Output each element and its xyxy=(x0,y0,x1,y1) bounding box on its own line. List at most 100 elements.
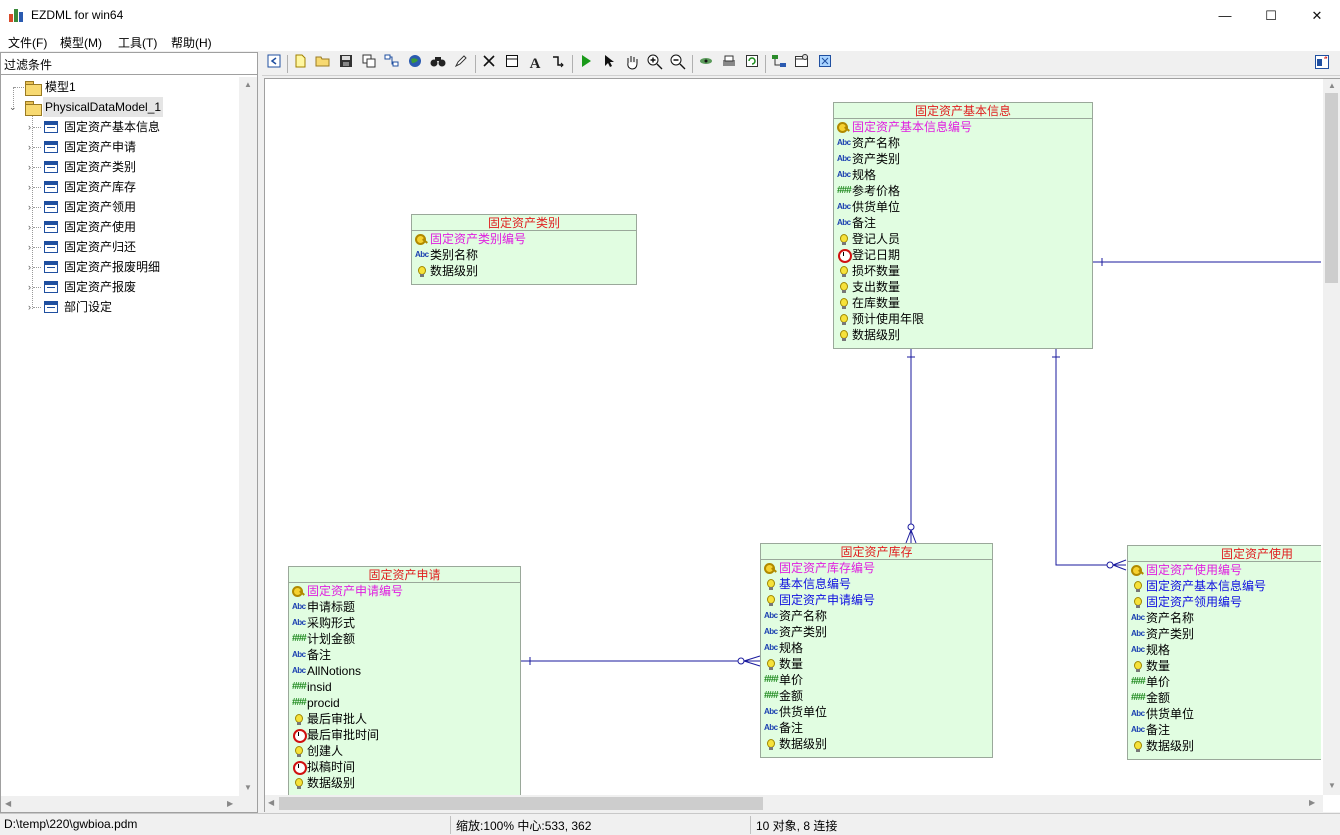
expand-icon[interactable]: › xyxy=(28,263,36,272)
entity-field[interactable]: Abc 申请标题 xyxy=(289,599,520,615)
scroll-up-arrow-icon[interactable]: ▲ xyxy=(1328,81,1336,90)
tree-item-table[interactable]: › 固定资产领用 xyxy=(1,197,239,217)
properties-icon[interactable] xyxy=(792,54,812,74)
entity-field[interactable]: Abc 供货单位 xyxy=(761,704,992,720)
entity-field[interactable]: ### 金额 xyxy=(1128,690,1321,706)
scroll-down-arrow-icon[interactable]: ▼ xyxy=(244,783,252,792)
entity-field[interactable]: Abc 规格 xyxy=(834,167,1092,183)
entity-fixed-asset-inventory[interactable]: 固定资产库存 固定资产库存编号 基本信息编号 固定资产申请编号 Abc 资产名称 Abc 资… xyxy=(760,543,993,758)
print-icon[interactable] xyxy=(719,54,739,74)
entity-field[interactable]: 登记日期 xyxy=(834,247,1092,263)
fit-icon[interactable] xyxy=(815,54,835,74)
entity-field[interactable]: 固定资产使用编号 xyxy=(1128,562,1321,578)
open-icon[interactable] xyxy=(313,54,333,74)
minimize-button[interactable]: — xyxy=(1202,0,1248,31)
expand-icon[interactable]: › xyxy=(28,243,36,252)
tree-item-table[interactable]: › 固定资产使用 xyxy=(1,217,239,237)
entity-field[interactable]: 数据级别 xyxy=(412,263,636,279)
entity-field[interactable]: Abc 供货单位 xyxy=(834,199,1092,215)
entity-field[interactable]: 创建人 xyxy=(289,743,520,759)
run-icon[interactable] xyxy=(576,54,596,74)
entity-field[interactable]: Abc 类别名称 xyxy=(412,247,636,263)
globe-icon[interactable] xyxy=(405,54,425,74)
entity-field[interactable]: 固定资产领用编号 xyxy=(1128,594,1321,610)
scroll-right-arrow-icon[interactable]: ▶ xyxy=(1309,798,1315,807)
entity-field[interactable]: ### 金额 xyxy=(761,688,992,704)
entity-field[interactable]: 固定资产申请编号 xyxy=(289,583,520,599)
tree-item-table[interactable]: › 固定资产报废明细 xyxy=(1,257,239,277)
entity-field[interactable]: 登记人员 xyxy=(834,231,1092,247)
entity-field[interactable]: 损坏数量 xyxy=(834,263,1092,279)
menu-file[interactable]: 文件(F) xyxy=(8,34,47,51)
expand-icon[interactable]: › xyxy=(28,203,36,212)
new-icon[interactable] xyxy=(290,54,310,74)
scroll-thumb[interactable] xyxy=(1325,93,1338,283)
entity-field[interactable]: ### 参考价格 xyxy=(834,183,1092,199)
entity-field[interactable]: Abc 备注 xyxy=(289,647,520,663)
entity-field[interactable]: Abc 备注 xyxy=(834,215,1092,231)
entity-field[interactable]: 支出数量 xyxy=(834,279,1092,295)
entity-field[interactable]: Abc 资产名称 xyxy=(761,608,992,624)
expand-icon[interactable]: › xyxy=(28,223,36,232)
entity-field[interactable]: Abc 资产名称 xyxy=(834,135,1092,151)
entity-field[interactable]: 数量 xyxy=(1128,658,1321,674)
entity-field[interactable]: Abc AllNotions xyxy=(289,663,520,679)
menu-model[interactable]: 模型(M) xyxy=(60,34,102,51)
expand-icon[interactable]: › xyxy=(28,183,36,192)
tree-item-table[interactable]: › 部门设定 xyxy=(1,297,239,317)
hand-icon[interactable] xyxy=(622,54,642,74)
entity-field[interactable]: Abc 供货单位 xyxy=(1128,706,1321,722)
entity-fixed-asset-info[interactable]: 固定资产基本信息 固定资产基本信息编号 Abc 资产名称 Abc 资产类别 Abc 规格 ##… xyxy=(833,102,1093,349)
entity-field[interactable]: 数据级别 xyxy=(834,327,1092,343)
tree-item-table[interactable]: › 固定资产报废 xyxy=(1,277,239,297)
maximize-button[interactable]: ☐ xyxy=(1248,0,1294,31)
zoom-in-icon[interactable] xyxy=(645,54,665,74)
scroll-left-arrow-icon[interactable]: ◀ xyxy=(5,799,11,808)
panel-splitter[interactable] xyxy=(258,52,262,813)
menu-tools[interactable]: 工具(T) xyxy=(118,34,157,51)
entity-field[interactable]: ### 单价 xyxy=(761,672,992,688)
entity-field[interactable]: 固定资产申请编号 xyxy=(761,592,992,608)
close-button[interactable]: ✕ xyxy=(1294,0,1340,31)
copy-model-icon[interactable] xyxy=(359,54,379,74)
scroll-down-arrow-icon[interactable]: ▼ xyxy=(1328,781,1336,790)
expand-icon[interactable]: › xyxy=(28,163,36,172)
tree-item-table[interactable]: › 固定资产基本信息 xyxy=(1,117,239,137)
entity-field[interactable]: Abc 规格 xyxy=(761,640,992,656)
tree-item-table[interactable]: › 固定资产申请 xyxy=(1,137,239,157)
entity-field[interactable]: 基本信息编号 xyxy=(761,576,992,592)
entity-field[interactable]: Abc 备注 xyxy=(761,720,992,736)
tree-horizontal-scrollbar[interactable]: ◀ ▶ xyxy=(1,796,257,812)
back-icon[interactable] xyxy=(264,54,284,74)
expand-icon[interactable]: › xyxy=(28,143,36,152)
tree-icon[interactable] xyxy=(769,54,789,74)
eye-icon[interactable] xyxy=(696,54,716,74)
entity-field[interactable]: Abc 资产类别 xyxy=(1128,626,1321,642)
layout-icon[interactable] xyxy=(382,54,402,74)
entity-field[interactable]: Abc 规格 xyxy=(1128,642,1321,658)
panel-toggle-icon[interactable] xyxy=(1312,54,1332,74)
refresh-icon[interactable] xyxy=(742,54,762,74)
tree-vertical-scrollbar[interactable]: ▲ ▼ xyxy=(239,77,257,797)
entity-field[interactable]: 数据级别 xyxy=(289,775,520,791)
diagram-canvas[interactable]: 固定资产基本信息 固定资产基本信息编号 Abc 资产名称 Abc 资产类别 Abc 规格 ##… xyxy=(267,81,1321,795)
entity-field[interactable]: 最后审批人 xyxy=(289,711,520,727)
entity-fixed-asset-application[interactable]: 固定资产申请 固定资产申请编号 Abc 申请标题 Abc 采购形式 ### 计划金额 Abc 备… xyxy=(288,566,521,795)
delete-icon[interactable] xyxy=(479,54,499,74)
entity-field[interactable]: 在库数量 xyxy=(834,295,1092,311)
tree-item-table[interactable]: › 固定资产类别 xyxy=(1,157,239,177)
entity-field[interactable]: Abc 备注 xyxy=(1128,722,1321,738)
tree-item-table[interactable]: › 固定资产库存 xyxy=(1,177,239,197)
entity-field[interactable]: ### insid xyxy=(289,679,520,695)
zoom-out-icon[interactable] xyxy=(668,54,688,74)
text-icon[interactable]: A xyxy=(525,54,545,74)
filter-input[interactable]: 过滤条件 xyxy=(1,53,257,75)
entity-field[interactable]: 数据级别 xyxy=(761,736,992,752)
entity-field[interactable]: ### 单价 xyxy=(1128,674,1321,690)
entity-field[interactable]: 数据级别 xyxy=(1128,738,1321,754)
entity-field[interactable]: Abc 资产类别 xyxy=(761,624,992,640)
find-icon[interactable] xyxy=(428,54,448,74)
pointer-icon[interactable] xyxy=(599,54,619,74)
scroll-right-arrow-icon[interactable]: ▶ xyxy=(227,799,233,808)
entity-field[interactable]: ### 计划金额 xyxy=(289,631,520,647)
